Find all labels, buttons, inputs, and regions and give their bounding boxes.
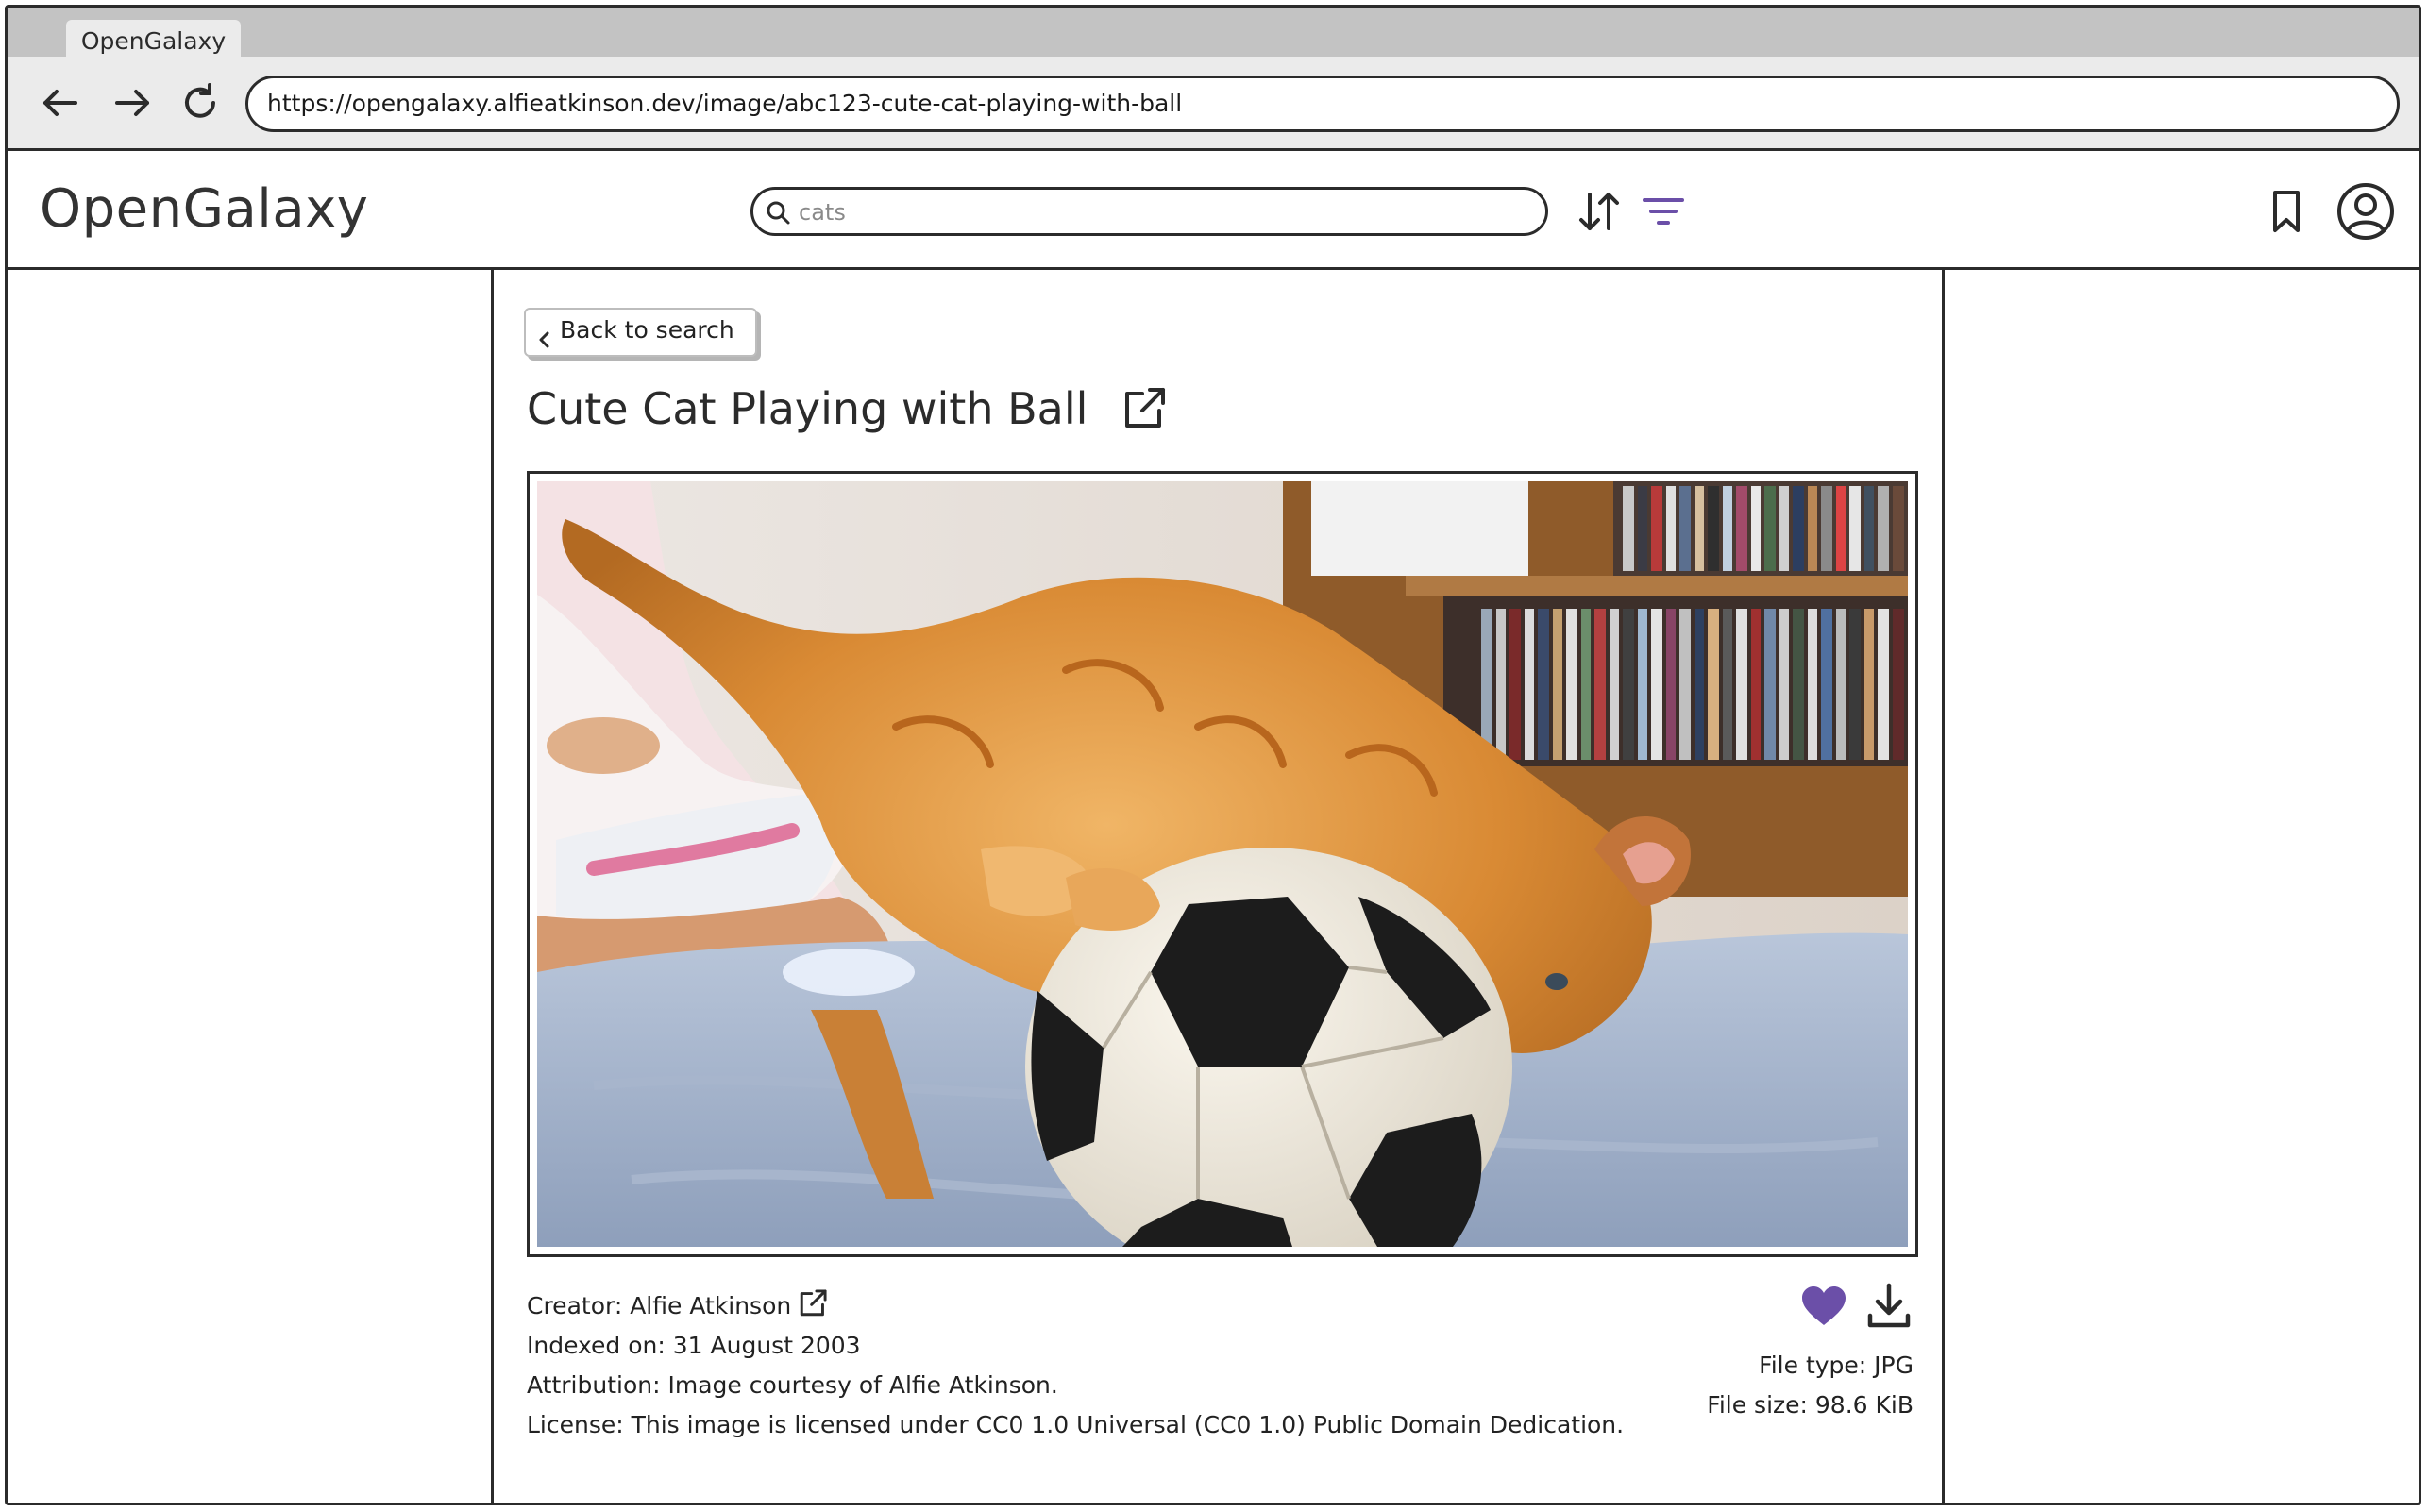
external-link-icon[interactable] xyxy=(797,1287,829,1319)
license-text: License: This image is licensed under CC… xyxy=(527,1411,1625,1438)
main-content: Back to search Cute Cat Playing with Bal… xyxy=(491,270,1945,1503)
sort-icon[interactable] xyxy=(1575,187,1624,236)
arrow-right-icon[interactable] xyxy=(110,80,155,126)
bookmark-icon[interactable] xyxy=(2262,187,2311,236)
search-input[interactable] xyxy=(797,193,1518,232)
cat-photo xyxy=(537,481,1908,1247)
image-viewer xyxy=(527,471,1918,1257)
indexed-date: Indexed on: 31 August 2003 xyxy=(527,1332,861,1359)
external-link-icon[interactable] xyxy=(1120,384,1169,433)
user-circle-icon[interactable] xyxy=(2335,181,2396,242)
search-box[interactable] xyxy=(750,187,1548,236)
image-file-info: File type: JPG File size: 98.6 KiB xyxy=(1707,1282,1914,1425)
tab-strip: OpenGalaxy xyxy=(8,8,2419,65)
file-type: File type: JPG xyxy=(1759,1352,1914,1379)
image-metadata: Creator: Alfie Atkinson Indexed on: 31 A… xyxy=(527,1286,1624,1445)
browser-window: OpenGalaxy https://opengalaxy.alfieatkin… xyxy=(5,5,2421,1505)
app-header: OpenGalaxy xyxy=(8,151,2419,270)
file-size: File size: 98.6 KiB xyxy=(1707,1391,1914,1419)
site-logo[interactable]: OpenGalaxy xyxy=(40,179,368,240)
filter-icon[interactable] xyxy=(1639,187,1688,236)
heart-icon[interactable] xyxy=(1799,1282,1848,1331)
title-row: Cute Cat Playing with Ball xyxy=(527,376,1169,442)
browser-toolbar: https://opengalaxy.alfieatkinson.dev/ima… xyxy=(8,57,2419,151)
chevron-left-icon xyxy=(535,321,554,348)
back-to-search-label: Back to search xyxy=(560,316,734,344)
attribution-text: Attribution: Image courtesy of Alfie Atk… xyxy=(527,1371,1058,1399)
back-to-search-button[interactable]: Back to search xyxy=(524,308,757,357)
creator-text[interactable]: Creator: Alfie Atkinson xyxy=(527,1292,791,1319)
download-icon[interactable] xyxy=(1864,1282,1914,1331)
page-title: Cute Cat Playing with Ball xyxy=(527,383,1088,434)
image-actions xyxy=(1707,1282,1914,1336)
search-icon xyxy=(765,199,791,226)
url-bar[interactable]: https://opengalaxy.alfieatkinson.dev/ima… xyxy=(245,76,2400,132)
reload-icon[interactable] xyxy=(177,80,223,126)
arrow-left-icon[interactable] xyxy=(38,80,83,126)
creator-line: Creator: Alfie Atkinson xyxy=(527,1286,1624,1326)
